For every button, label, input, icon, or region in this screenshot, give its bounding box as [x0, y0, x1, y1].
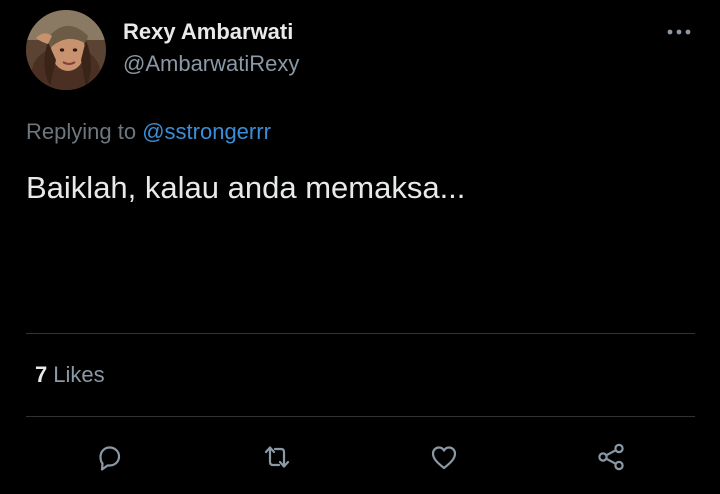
retweet-icon — [264, 446, 290, 468]
reply-context: Replying to @sstrongerrr — [26, 119, 271, 145]
author-display-name[interactable]: Rexy Ambarwati — [123, 19, 293, 45]
more-options-icon[interactable] — [664, 24, 694, 40]
divider — [26, 333, 695, 334]
likes-stat[interactable]: 7 Likes — [35, 362, 105, 388]
avatar[interactable] — [26, 10, 106, 90]
retweet-button[interactable] — [260, 440, 294, 474]
likes-count: 7 — [35, 362, 48, 387]
likes-label: Likes — [53, 362, 105, 387]
reply-button[interactable] — [92, 440, 126, 474]
speech-bubble-icon — [99, 446, 121, 471]
reply-prefix: Replying to — [26, 119, 137, 144]
share-icon — [598, 443, 624, 471]
author-handle[interactable]: @AmbarwatiRexy — [123, 51, 299, 77]
like-button[interactable] — [427, 440, 461, 474]
heart-icon — [431, 446, 457, 470]
divider — [26, 416, 695, 417]
reply-mention-link[interactable]: @sstrongerrr — [142, 119, 271, 144]
share-button[interactable] — [594, 440, 628, 474]
tweet-text: Baiklah, kalau anda memaksa... — [26, 170, 466, 205]
avatar-photo — [26, 10, 106, 90]
